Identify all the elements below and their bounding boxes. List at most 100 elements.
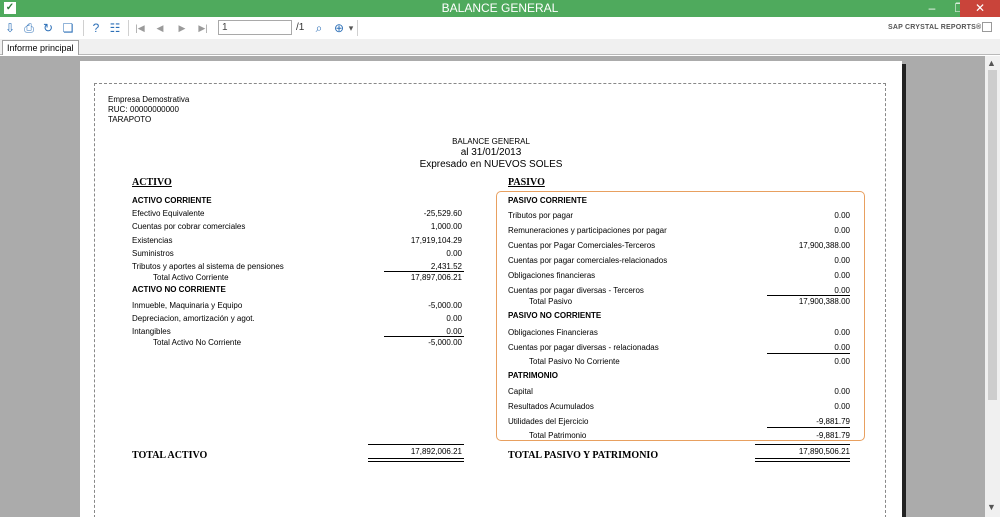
patrimonio-row-value: -9,881.79 (816, 417, 850, 426)
subtotal-rule (767, 427, 850, 428)
next-page-icon[interactable]: ▶ (176, 21, 188, 35)
toolbar-separator (128, 20, 129, 36)
activo-row-label: Inmueble, Maquinaria y Equipo (132, 301, 243, 310)
page-number-input[interactable]: 1 (218, 20, 292, 35)
minimize-button[interactable]: – (918, 0, 946, 17)
window-title: BALANCE GENERAL (441, 1, 559, 15)
subtotal-rule (767, 353, 850, 354)
pasivo-row-value: 0.00 (834, 271, 850, 280)
company-city: TARAPOTO (108, 115, 152, 124)
report-currency: Expresado en NUEVOS SOLES (419, 159, 563, 170)
tab-main-report[interactable]: Informe principal (2, 40, 79, 55)
activo-row-value: 0.00 (446, 314, 462, 323)
pasivo-row-value: 0.00 (834, 226, 850, 235)
vertical-scrollbar[interactable]: ▲ ▼ (985, 56, 1000, 517)
pasivo-row-value: 17,900,388.00 (798, 241, 850, 250)
patrimonio-row-label: Utilidades del Ejercicio (508, 417, 589, 426)
activo-heading: ACTIVO (132, 177, 172, 188)
pasivo-row-label: Cuentas por Pagar Comerciales-Terceros (508, 241, 656, 250)
double-rule (755, 461, 850, 462)
activo-no-corriente-heading: ACTIVO NO CORRIENTE (132, 285, 226, 294)
patrimonio-row-label: Capital (508, 387, 533, 396)
scroll-down-icon[interactable]: ▼ (987, 502, 996, 512)
total-activo-no-corriente-value: -5,000.00 (428, 338, 462, 347)
zoom-dropdown-chevron-icon[interactable]: ▾ (345, 21, 357, 35)
total-activo-no-corriente-label: Total Activo No Corriente (153, 338, 242, 347)
ruc-value: 00000000000 (130, 105, 179, 114)
activo-row-value: 17,919,104.29 (410, 236, 462, 245)
scroll-up-icon[interactable]: ▲ (987, 58, 996, 68)
total-activo-value: 17,892,006.21 (410, 447, 462, 456)
export-icon[interactable]: ⇩ (3, 21, 17, 35)
pasivo-row-label: Obligaciones financieras (508, 271, 596, 280)
double-rule (368, 461, 464, 462)
pasivo-no-corriente-heading: PASIVO NO CORRIENTE (508, 311, 602, 320)
activo-row-label: Intangibles (132, 327, 171, 336)
subtotal-rule (384, 271, 464, 272)
first-page-icon[interactable]: |◀ (134, 21, 146, 35)
pasivo-row-label: Remuneraciones y participaciones por pag… (508, 226, 667, 235)
activo-row-label: Suministros (132, 249, 174, 258)
subtotal-rule (767, 295, 850, 296)
previous-page-icon[interactable]: ◀ (154, 21, 166, 35)
pasivo-row-value: 0.00 (834, 328, 850, 337)
patrimonio-row-value: 0.00 (834, 402, 850, 411)
total-activo-label: TOTAL ACTIVO (132, 450, 208, 461)
report-date: al 31/01/2013 (460, 147, 522, 158)
patrimonio-heading: PATRIMONIO (508, 371, 558, 380)
activo-row-value: 1,000.00 (430, 222, 462, 231)
total-pasivo-patrimonio-value: 17,890,506.21 (798, 447, 850, 456)
help-icon[interactable]: ? (89, 21, 103, 35)
total-pasivo-no-corriente-label: Total Pasivo No Corriente (529, 357, 620, 366)
report-page: Empresa Demostrativa RUC: 00000000000 TA… (80, 61, 902, 517)
pasivo-row-label: Cuentas por pagar diversas - relacionada… (508, 343, 659, 352)
total-rule (368, 444, 464, 445)
copy-icon[interactable]: ❏ (61, 21, 75, 35)
activo-row-value: -25,529.60 (423, 209, 462, 218)
pasivo-heading: PASIVO (508, 177, 545, 188)
total-patrimonio-value: -9,881.79 (816, 431, 850, 440)
total-rule (755, 444, 850, 445)
brand-icon (982, 22, 992, 32)
pasivo-row-value: 0.00 (834, 286, 850, 295)
pasivo-row-value: 0.00 (834, 256, 850, 265)
activo-row-label: Depreciacion, amortización y agot. (132, 314, 255, 323)
group-tree-icon[interactable]: ☷ (108, 21, 122, 35)
pasivo-row-label: Cuentas por pagar comerciales-relacionad… (508, 256, 668, 265)
last-page-icon[interactable]: ▶| (197, 21, 209, 35)
tab-bar: Informe principal (0, 39, 1000, 55)
scroll-thumb[interactable] (988, 70, 997, 400)
refresh-icon[interactable]: ↻ (41, 21, 55, 35)
double-rule (368, 458, 464, 459)
activo-row-label: Efectivo Equivalente (132, 209, 205, 218)
total-pasivo-label: Total Pasivo (529, 297, 573, 306)
toolbar-separator (83, 20, 84, 36)
report-viewer: Empresa Demostrativa RUC: 00000000000 TA… (0, 56, 985, 517)
activo-row-value: 0.00 (446, 249, 462, 258)
total-activo-corriente-label: Total Activo Corriente (153, 273, 229, 282)
total-activo-corriente-value: 17,897,006.21 (410, 273, 462, 282)
report-title: BALANCE GENERAL (452, 137, 530, 146)
activo-row-value: 2,431.52 (430, 262, 462, 271)
company-name: Empresa Demostrativa (108, 95, 190, 104)
ruc-label: RUC: (108, 105, 128, 114)
zoom-icon[interactable]: ⊕ (332, 21, 346, 35)
pasivo-row-label: Tributos por pagar (508, 211, 574, 220)
total-pasivo-no-corriente-value: 0.00 (834, 357, 850, 366)
pasivo-corriente-heading: PASIVO CORRIENTE (508, 196, 587, 205)
activo-row-label: Tributos y aportes al sistema de pension… (132, 262, 284, 271)
total-patrimonio-label: Total Patrimonio (529, 431, 587, 440)
pasivo-row-value: 0.00 (834, 211, 850, 220)
activo-row-label: Cuentas por cobrar comerciales (132, 222, 246, 231)
total-pasivo-patrimonio-label: TOTAL PASIVO Y PATRIMONIO (508, 450, 659, 461)
patrimonio-row-label: Resultados Acumulados (508, 402, 594, 411)
close-button[interactable]: ✕ (960, 0, 1000, 17)
brand-label: SAP CRYSTAL REPORTS® (888, 24, 982, 31)
pasivo-row-label: Cuentas por pagar diversas - Terceros (508, 286, 644, 295)
toolbar: ⇩ ⎙ ↻ ❏ ? ☷ |◀ ◀ ▶ ▶| 1 /1 ⌕ ⊕ ▾ SAP CRY… (0, 17, 1000, 39)
activo-row-label: Existencias (132, 236, 173, 245)
find-icon[interactable]: ⌕ (312, 21, 326, 35)
subtotal-rule (384, 336, 464, 337)
title-bar: ✓ BALANCE GENERAL – ❐ ✕ (0, 0, 1000, 17)
print-icon[interactable]: ⎙ (22, 21, 36, 35)
